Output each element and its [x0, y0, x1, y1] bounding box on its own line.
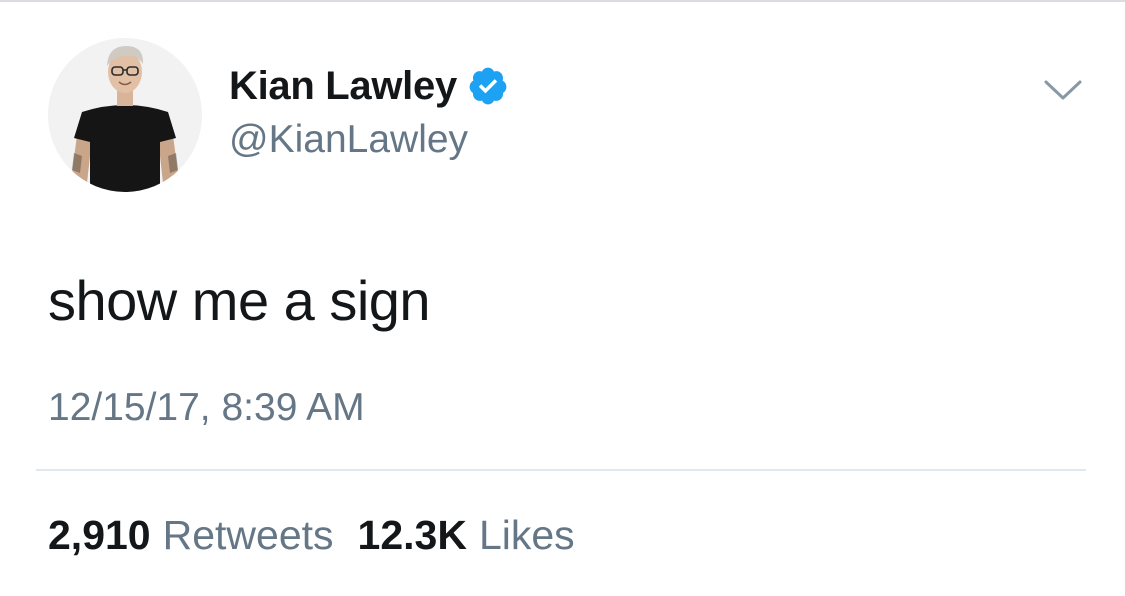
likes-count: 12.3K: [357, 512, 467, 558]
stats-divider: [36, 469, 1086, 471]
user-handle[interactable]: @KianLawley: [229, 118, 468, 162]
likes-stat[interactable]: 12.3K Likes: [358, 512, 575, 559]
retweets-label: Retweets: [162, 512, 334, 558]
verified-badge-icon: [467, 65, 509, 107]
display-name[interactable]: Kian Lawley: [229, 64, 457, 109]
display-name-row: Kian Lawley: [229, 62, 509, 110]
retweets-stat[interactable]: 2,910 Retweets: [48, 512, 334, 559]
tweet-text: show me a sign: [48, 269, 431, 332]
tweet-stats: 2,910 Retweets 12.3K Likes: [48, 512, 599, 559]
retweets-count: 2,910: [48, 512, 151, 558]
avatar-photo: [48, 38, 202, 192]
tweet-timestamp[interactable]: 12/15/17, 8:39 AM: [48, 386, 365, 430]
top-divider: [0, 0, 1125, 2]
likes-label: Likes: [478, 512, 575, 558]
avatar[interactable]: [48, 38, 202, 192]
tweet-card: Kian Lawley @KianLawley show me a sign 1…: [0, 0, 1125, 596]
chevron-down-icon[interactable]: [1042, 74, 1084, 104]
